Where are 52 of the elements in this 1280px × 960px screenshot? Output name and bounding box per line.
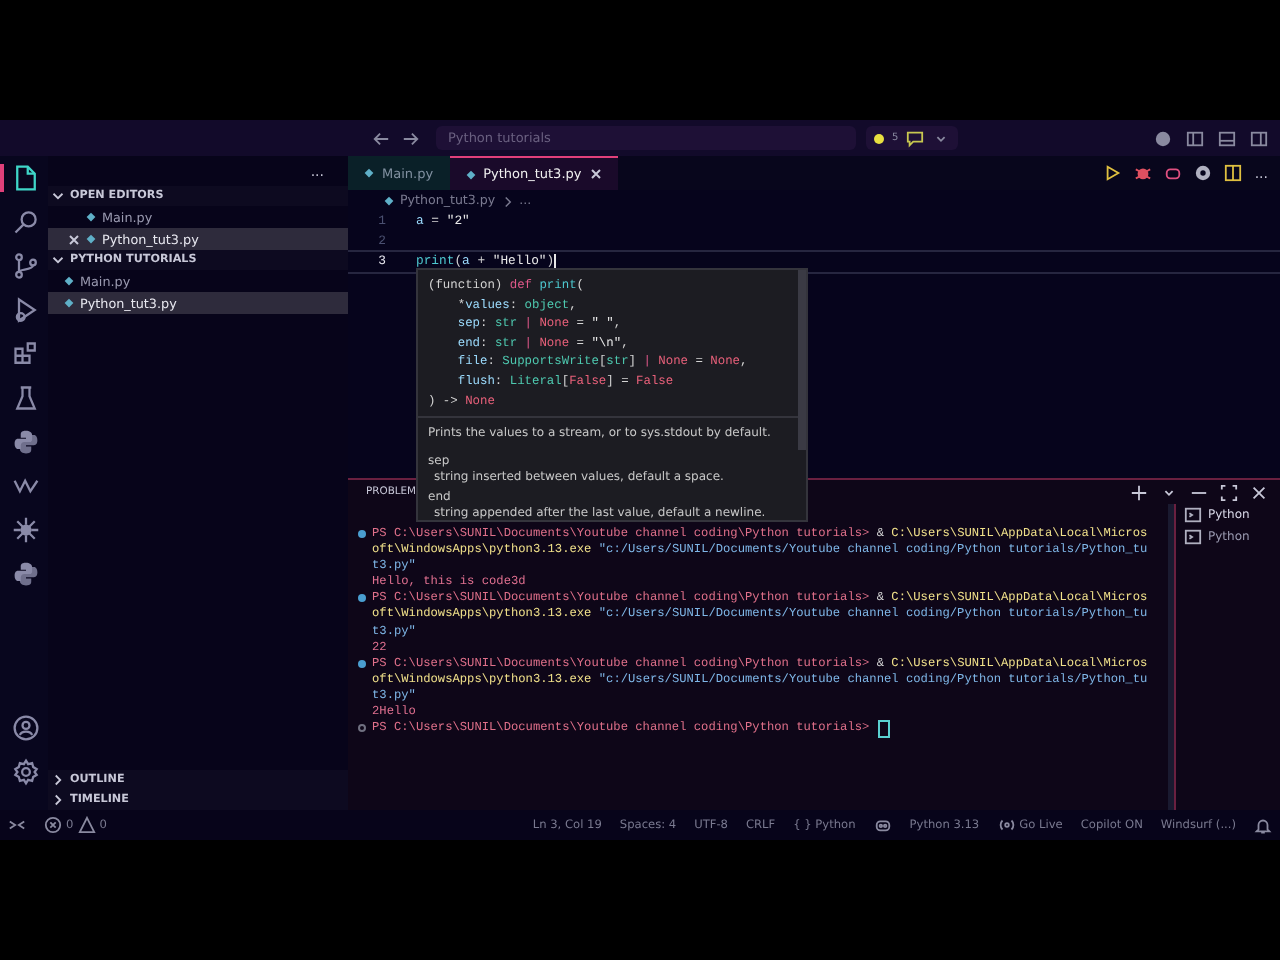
back-arrow-icon[interactable] xyxy=(372,129,390,147)
python-icon[interactable] xyxy=(12,560,40,588)
python-icon[interactable] xyxy=(12,428,40,456)
maximize-icon[interactable] xyxy=(1220,483,1238,501)
status-dot xyxy=(874,133,884,143)
file-type-icon xyxy=(86,234,96,244)
file-type-icon xyxy=(465,169,476,179)
copilot-icon[interactable] xyxy=(873,816,892,834)
command-marker[interactable] xyxy=(358,659,366,668)
settings-icon[interactable] xyxy=(12,758,40,786)
files-icon[interactable] xyxy=(12,164,40,192)
plus-icon[interactable] xyxy=(1130,483,1148,501)
account-icon[interactable] xyxy=(12,714,40,742)
burst-icon[interactable] xyxy=(12,516,40,544)
terminal-cursor xyxy=(878,719,891,738)
close-icon[interactable] xyxy=(1250,483,1268,501)
command-marker[interactable] xyxy=(358,530,366,539)
error-icon xyxy=(44,816,62,834)
bug-icon[interactable] xyxy=(1134,164,1153,182)
chevron-icon xyxy=(501,195,514,207)
close-icon[interactable] xyxy=(589,168,602,180)
extensions-icon[interactable] xyxy=(12,340,40,368)
scrollbar[interactable] xyxy=(798,270,806,450)
broadcast-icon xyxy=(997,816,1016,834)
close-icon[interactable] xyxy=(68,233,80,245)
source-control-icon[interactable] xyxy=(12,252,40,280)
file-type-icon xyxy=(364,168,374,178)
panel-layout-icon[interactable] xyxy=(1218,129,1236,147)
chat-icon[interactable] xyxy=(906,129,925,147)
file-type-icon xyxy=(86,212,96,222)
run-debug-icon[interactable] xyxy=(12,296,40,324)
file-type-icon xyxy=(384,196,394,206)
remote-icon[interactable] xyxy=(8,816,26,834)
run-icon[interactable] xyxy=(1104,164,1123,182)
command-marker[interactable] xyxy=(358,594,366,603)
split-editor-icon[interactable] xyxy=(1224,164,1243,182)
chevron-icon xyxy=(52,254,64,266)
forward-arrow-icon[interactable] xyxy=(402,129,420,147)
text-cursor xyxy=(554,253,557,270)
command-marker[interactable] xyxy=(358,724,366,733)
sidebar-layout-icon[interactable] xyxy=(1250,129,1268,147)
bell-icon[interactable] xyxy=(1254,816,1272,834)
scrollbar[interactable] xyxy=(1168,504,1174,810)
layout-icon[interactable] xyxy=(1186,129,1204,147)
file-type-icon xyxy=(64,276,74,286)
flask-icon[interactable] xyxy=(12,384,40,412)
file-type-icon xyxy=(64,298,74,308)
terminal-icon xyxy=(1184,506,1202,524)
terminal-icon xyxy=(1184,528,1202,546)
search-icon[interactable] xyxy=(12,208,40,236)
warning-icon xyxy=(77,816,96,834)
chevron-icon xyxy=(52,190,64,202)
